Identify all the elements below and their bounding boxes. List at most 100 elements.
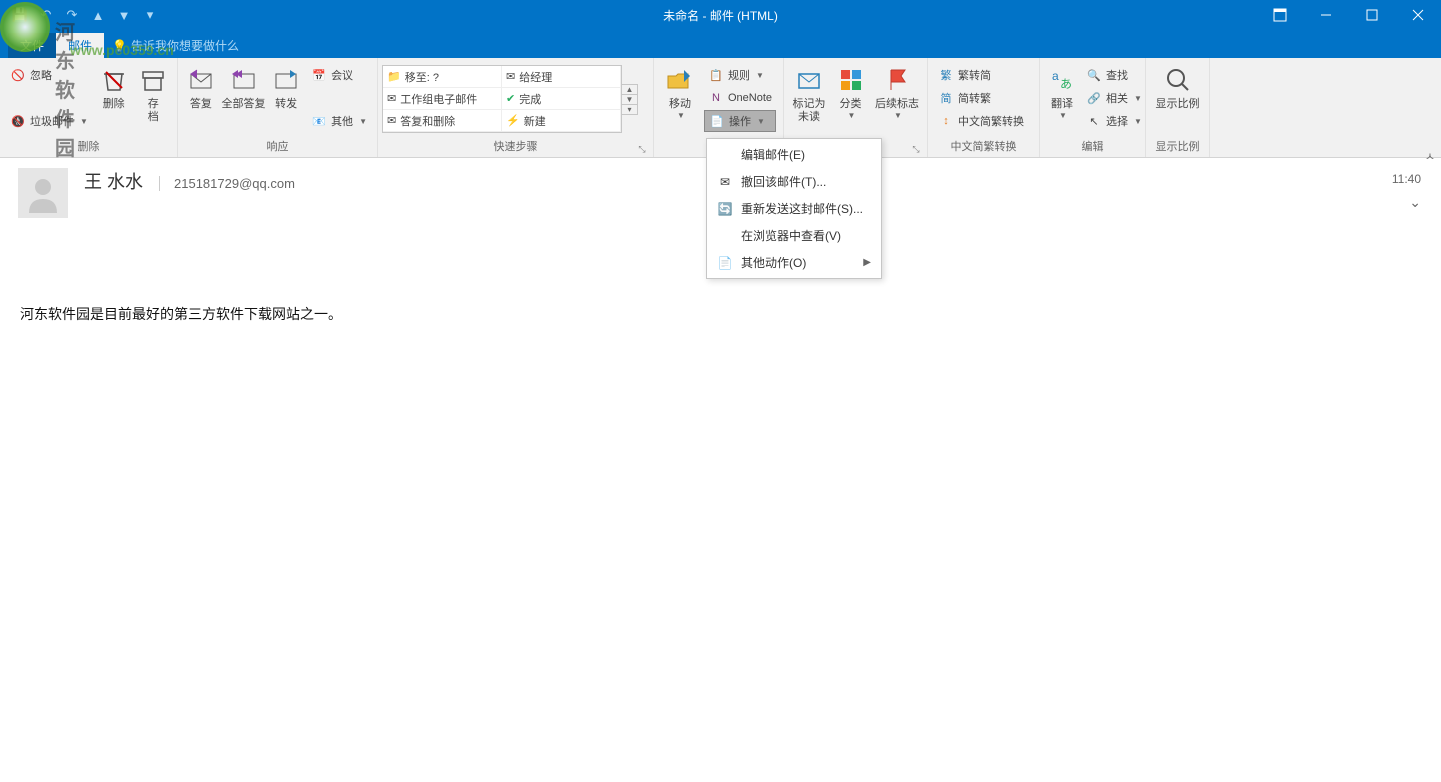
actions-button[interactable]: 📄操作▼: [704, 110, 776, 132]
group-label-respond: 响应: [182, 136, 373, 157]
onenote-button[interactable]: NOneNote: [704, 87, 776, 109]
meeting-icon: 📅: [311, 67, 327, 83]
rules-button[interactable]: 📋规则▼: [704, 64, 776, 86]
group-label-edit: 编辑: [1044, 136, 1141, 157]
related-button[interactable]: 🔗相关▼: [1082, 87, 1146, 109]
archive-button[interactable]: 存 档: [133, 62, 173, 126]
menu-edit-message[interactable]: 编辑邮件(E): [709, 141, 879, 168]
convert-icon: ↕: [938, 113, 954, 129]
zoom-button[interactable]: 显示比例: [1150, 62, 1205, 113]
move-icon: [664, 64, 696, 96]
delete-button[interactable]: 删除: [94, 62, 134, 113]
minimize-icon[interactable]: [1303, 0, 1349, 30]
junk-icon: 🚷: [10, 113, 26, 129]
trad-to-simp-button[interactable]: 繁繁转简: [934, 64, 1028, 86]
ignore-icon: 🚫: [10, 67, 26, 83]
group-label-chinese: 中文简繁转换: [932, 136, 1035, 157]
menu-recall-message[interactable]: ✉撤回该邮件(T)...: [709, 168, 879, 195]
quick-step-item[interactable]: ✔完成: [502, 88, 621, 110]
respond-other-button[interactable]: 📧其他▼: [307, 110, 371, 132]
reply-icon: [185, 64, 217, 96]
group-label-quicksteps: 快速步骤⤡: [382, 136, 649, 157]
cursor-icon: ↖: [1086, 113, 1102, 129]
simp-icon: 简: [938, 90, 954, 106]
menu-resend-message[interactable]: 🔄重新发送这封邮件(S)...: [709, 195, 879, 222]
translate-icon: aあ: [1046, 64, 1078, 96]
save-icon[interactable]: 💾: [8, 3, 32, 27]
ribbon-display-options-icon[interactable]: [1257, 0, 1303, 30]
dialog-launcher-icon[interactable]: ⤡: [911, 144, 921, 154]
lightbulb-icon: 💡: [112, 39, 127, 53]
categorize-button[interactable]: 分类▼: [830, 62, 871, 122]
actions-icon: 📄: [709, 113, 725, 129]
ignore-button[interactable]: 🚫忽略: [6, 64, 92, 86]
gallery-down-icon[interactable]: ▼: [622, 95, 637, 105]
redo-icon[interactable]: ↷: [60, 3, 84, 27]
quick-steps-gallery[interactable]: 📁移至: ? ✉给经理 ✉工作组电子邮件 ✔完成 ✉答复和删除 ⚡新建: [382, 65, 622, 133]
group-label-delete: 删除: [4, 136, 173, 157]
categorize-icon: [835, 64, 867, 96]
reply-all-icon: [228, 64, 260, 96]
simp-to-trad-button[interactable]: 简简转繁: [934, 87, 1028, 109]
svg-text:a: a: [1052, 69, 1059, 83]
find-button[interactable]: 🔍查找: [1082, 64, 1146, 86]
reply-all-button[interactable]: 全部答复: [220, 62, 267, 113]
zoom-icon: [1162, 64, 1194, 96]
onenote-icon: N: [708, 90, 724, 106]
search-icon: 🔍: [1086, 67, 1102, 83]
prev-icon[interactable]: ▲: [86, 3, 110, 27]
quick-step-item[interactable]: ✉答复和删除: [383, 110, 502, 132]
tab-mail[interactable]: 邮件: [56, 33, 104, 58]
gallery-more-icon[interactable]: ▾: [622, 105, 637, 114]
translate-button[interactable]: aあ 翻译▼: [1044, 62, 1080, 122]
collapse-header-icon[interactable]: ⌄: [1409, 194, 1421, 211]
close-icon[interactable]: [1395, 0, 1441, 30]
tell-me-search[interactable]: 💡 告诉我你想要做什么: [104, 33, 247, 58]
maximize-icon[interactable]: [1349, 0, 1395, 30]
quick-access-toolbar: 💾 ↶ ↷ ▲ ▼ ▾: [0, 3, 162, 27]
quick-step-item[interactable]: ✉工作组电子邮件: [383, 88, 502, 110]
junk-button[interactable]: 🚷垃圾邮件▼: [6, 110, 92, 132]
actions-dropdown-menu: 编辑邮件(E) ✉撤回该邮件(T)... 🔄重新发送这封邮件(S)... 在浏览…: [706, 138, 882, 279]
sender-name: 王 水水: [84, 168, 143, 194]
page-icon: 📄: [717, 255, 733, 271]
chinese-convert-button[interactable]: ↕中文简繁转换: [934, 110, 1028, 132]
menu-view-in-browser[interactable]: 在浏览器中查看(V): [709, 222, 879, 249]
select-button[interactable]: ↖选择▼: [1082, 110, 1146, 132]
sender-avatar: [18, 168, 68, 218]
undo-icon[interactable]: ↶: [34, 3, 58, 27]
trad-icon: 繁: [938, 67, 954, 83]
tab-file[interactable]: 文件: [8, 33, 56, 58]
flag-icon: [881, 64, 913, 96]
quick-step-item[interactable]: ✉给经理: [502, 66, 621, 88]
mark-unread-icon: [793, 64, 825, 96]
quick-step-item[interactable]: 📁移至: ?: [383, 66, 502, 88]
rules-icon: 📋: [708, 67, 724, 83]
reply-button[interactable]: 答复: [182, 62, 220, 113]
mark-unread-button[interactable]: 标记为 未读: [788, 62, 830, 126]
delete-icon: [98, 64, 130, 96]
forward-button[interactable]: 转发: [267, 62, 305, 113]
move-button[interactable]: 移动▼: [658, 62, 702, 122]
ribbon-tabs: 文件 邮件 💡 告诉我你想要做什么: [0, 30, 1441, 58]
menu-other-actions[interactable]: 📄其他动作(O)▶: [709, 249, 879, 276]
next-icon[interactable]: ▼: [112, 3, 136, 27]
message-time: 11:40: [1392, 172, 1421, 186]
resend-icon: 🔄: [717, 201, 733, 217]
archive-icon: [137, 64, 169, 96]
group-label-zoom: 显示比例: [1150, 136, 1205, 157]
related-icon: 🔗: [1086, 90, 1102, 106]
svg-text:あ: あ: [1060, 77, 1072, 91]
followup-button[interactable]: 后续标志▼: [871, 62, 923, 122]
qat-customize-icon[interactable]: ▾: [138, 3, 162, 27]
window-title: 未命名 - 邮件 (HTML): [663, 7, 778, 24]
recall-icon: ✉: [717, 174, 733, 190]
quick-step-item[interactable]: ⚡新建: [502, 110, 621, 132]
sender-email: 215181729@qq.com: [159, 176, 295, 191]
forward-icon: [270, 64, 302, 96]
more-icon: 📧: [311, 113, 327, 129]
meeting-button[interactable]: 📅会议: [307, 64, 371, 86]
dialog-launcher-icon[interactable]: ⤡: [637, 144, 647, 154]
gallery-up-icon[interactable]: ▲: [622, 85, 637, 95]
title-bar: 💾 ↶ ↷ ▲ ▼ ▾ 未命名 - 邮件 (HTML): [0, 0, 1441, 30]
